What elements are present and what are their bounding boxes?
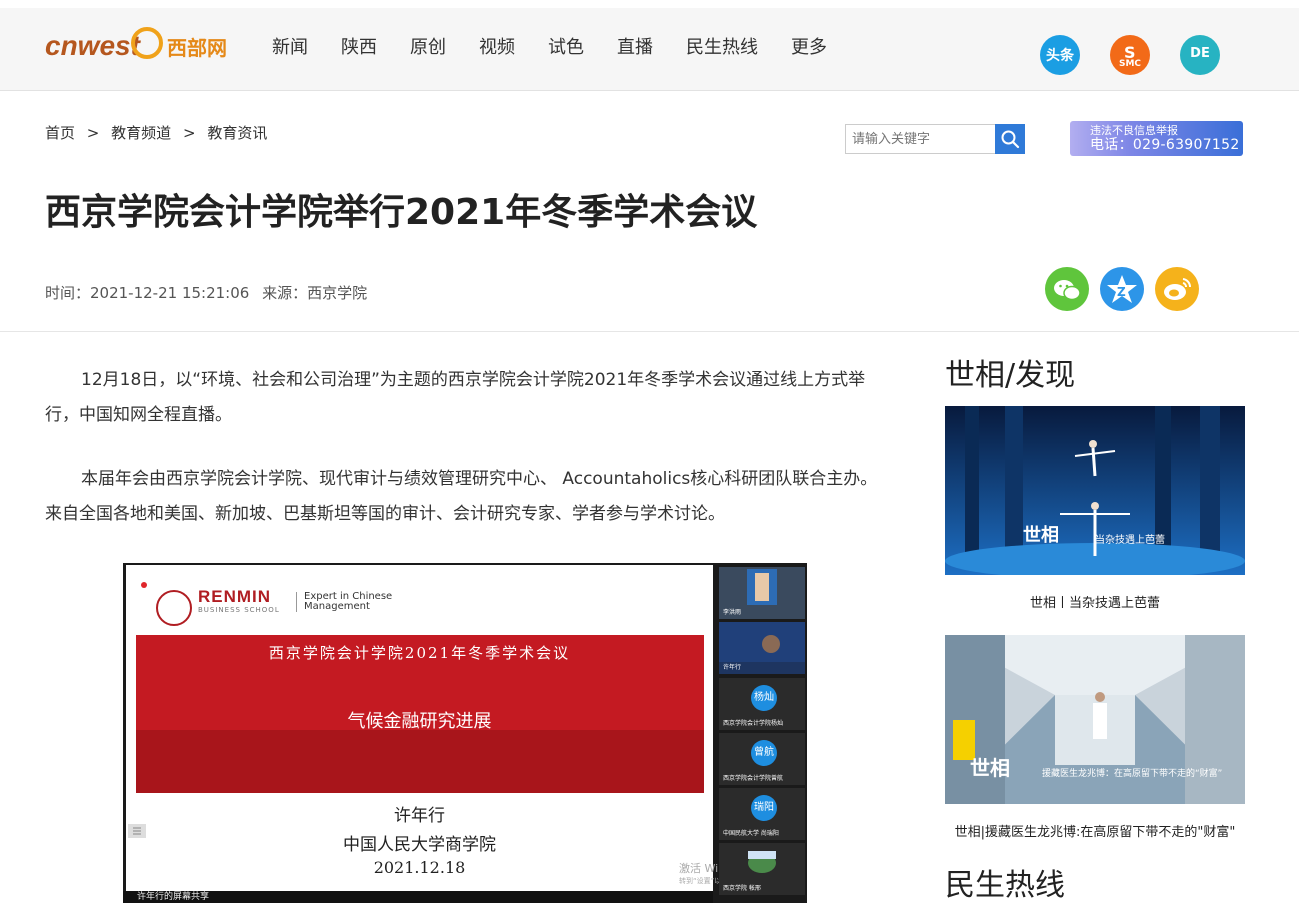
article-paragraph: 12月18日，以“环境、社会和公司治理”为主题的西京学院会计学院2021年冬季学… xyxy=(45,370,866,425)
header-divider xyxy=(0,331,1299,332)
breadcrumb-education-news[interactable]: 教育资讯 xyxy=(207,124,267,142)
svg-text:当杂技遇上芭蕾: 当杂技遇上芭蕾 xyxy=(1095,533,1165,546)
slide-date: 2021.12.18 xyxy=(373,858,466,877)
participant-name: 西京学院会计学院杨灿 xyxy=(723,720,784,727)
nav-item-news[interactable]: 新闻 xyxy=(272,36,308,60)
participant-tile: 李洪雨 xyxy=(719,567,805,619)
nav-item-color[interactable]: 试色 xyxy=(548,36,584,60)
svg-text:Z: Z xyxy=(1117,285,1126,299)
slide-banner-shade xyxy=(136,730,704,793)
toutiao-label: 头条 xyxy=(1046,48,1074,64)
report-title: 违法不良信息举报 xyxy=(1090,124,1178,137)
sidebar-card-caption[interactable]: 世相丨当杂技遇上芭蕾 xyxy=(945,592,1245,611)
svg-text:援藏医生龙兆博：在高原留下带不走的“财富”: 援藏医生龙兆博：在高原留下带不走的“财富” xyxy=(1042,767,1222,779)
qzone-icon[interactable]: Z xyxy=(1100,267,1144,311)
svg-text:世相: 世相 xyxy=(970,756,1010,780)
search-input[interactable] xyxy=(845,124,995,154)
cnwest-logo[interactable]: cnwest 西部网 xyxy=(45,22,245,72)
wechat-icon[interactable] xyxy=(1045,267,1089,311)
school-name: RENMIN xyxy=(198,587,272,606)
participant-name: 西京学院 帐邢 xyxy=(723,885,761,892)
nav-item-live[interactable]: 直播 xyxy=(617,36,653,60)
school-subtitle: BUSINESS SCHOOL xyxy=(198,606,280,614)
svg-text:西部网: 西部网 xyxy=(167,36,227,60)
sidebar-card-caption[interactable]: 世相|援藏医生龙兆博:在高原留下带不走的"财富" xyxy=(945,821,1245,840)
site-header: cnwest 西部网 新闻 陕西 原创 视频 试色 直播 民生热线 更多 头条 … xyxy=(0,8,1299,91)
participant-video-icon xyxy=(747,569,777,605)
article-paragraph: 本届年会由西京学院会计学院、现代审计与绩效管理研究中心、 Accountahol… xyxy=(45,469,878,524)
slide-topic: 气候金融研究进展 xyxy=(347,711,492,732)
report-hotline-banner[interactable]: 违法不良信息举报 电话：029-63907152 xyxy=(1070,121,1243,156)
participant-tile: 杨灿 西京学院会计学院杨灿 xyxy=(719,678,805,730)
slide-speaker: 许年行 xyxy=(394,806,445,826)
slide-affiliation: 中国人民大学商学院 xyxy=(343,835,496,855)
svg-text:世相: 世相 xyxy=(1023,525,1059,546)
slide-conference-title: 西京学院会计学院2021年冬季学术会议 xyxy=(268,644,571,662)
nav-item-more[interactable]: 更多 xyxy=(791,36,827,60)
nav-item-video[interactable]: 视频 xyxy=(479,36,515,60)
publish-time: 时间：2021-12-21 15:21:06 xyxy=(45,284,250,302)
participant-tile: 许年行 xyxy=(719,622,805,674)
nav-item-hotline[interactable]: 民生热线 xyxy=(686,36,758,60)
participant-tile: 西京学院 帐邢 xyxy=(719,843,805,895)
nav-item-shaanxi[interactable]: 陕西 xyxy=(341,36,377,60)
participant-name: 李洪雨 xyxy=(723,609,742,616)
sidebar-section-title: 民生热线 xyxy=(945,868,1065,903)
search-box xyxy=(845,124,1025,154)
presentation-slide: RENMIN BUSINESS SCHOOL Expert in Chinese… xyxy=(126,565,776,901)
participant-name: 许年行 xyxy=(723,664,742,671)
main-nav: 新闻 陕西 原创 视频 试色 直播 民生热线 更多 xyxy=(272,36,860,60)
de-label: DE xyxy=(1190,46,1210,61)
article-title: 西京学院会计学院举行2021年冬季学术会议 xyxy=(45,192,758,233)
article-image-meeting: RENMIN BUSINESS SCHOOL Expert in Chinese… xyxy=(123,563,807,903)
sidebar-card-image[interactable]: 世相 当杂技遇上芭蕾 xyxy=(945,406,1245,575)
smc-icon[interactable]: SMC S xyxy=(1110,35,1150,75)
svg-text:S: S xyxy=(1124,43,1136,62)
participant-avatar: 瑞阳 xyxy=(751,795,777,821)
screen-share-status: 许年行的屏幕共享 xyxy=(123,891,713,903)
participant-video-icon xyxy=(748,851,776,873)
record-dot-icon xyxy=(141,582,147,588)
toutiao-icon[interactable]: 头条 xyxy=(1040,35,1080,75)
sidebar-section-title: 世相/发现 xyxy=(945,358,1076,393)
breadcrumb-education-channel[interactable]: 教育频道 xyxy=(111,124,171,142)
breadcrumb-separator: > xyxy=(86,124,100,142)
search-icon xyxy=(1001,130,1020,149)
participant-name: 西京学院会计学院曾航 xyxy=(723,775,784,782)
breadcrumb-separator: > xyxy=(182,124,196,142)
report-phone: 电话：029-63907152 xyxy=(1090,137,1240,153)
participant-name: 中国民航大学 尚瑞阳 xyxy=(723,830,779,837)
article-source: 来源：西京学院 xyxy=(262,284,368,302)
breadcrumb-home[interactable]: 首页 xyxy=(45,124,75,142)
breadcrumb: 首页 > 教育频道 > 教育资讯 xyxy=(45,122,274,143)
weibo-icon[interactable] xyxy=(1155,267,1199,311)
de-icon[interactable]: DE xyxy=(1180,35,1220,75)
sidebar-card-image[interactable]: 世相 援藏医生龙兆博：在高原留下带不走的“财富” xyxy=(945,635,1245,804)
article-meta: 时间：2021-12-21 15:21:06 来源：西京学院 xyxy=(45,282,375,303)
school-tagline: Expert in Chinese Management xyxy=(296,592,392,612)
svg-text:cnwest: cnwest xyxy=(45,30,142,61)
nav-item-original[interactable]: 原创 xyxy=(410,36,446,60)
participant-avatar: 杨灿 xyxy=(751,685,777,711)
search-button[interactable] xyxy=(995,124,1025,154)
participant-tile: 曾航 西京学院会计学院曾航 xyxy=(719,733,805,785)
participant-avatar: 曾航 xyxy=(751,740,777,766)
panel-toggle-icon xyxy=(128,824,146,838)
renmin-logo-icon xyxy=(156,590,192,626)
participant-video-icon xyxy=(719,622,805,662)
participant-tile: 瑞阳 中国民航大学 尚瑞阳 xyxy=(719,788,805,840)
